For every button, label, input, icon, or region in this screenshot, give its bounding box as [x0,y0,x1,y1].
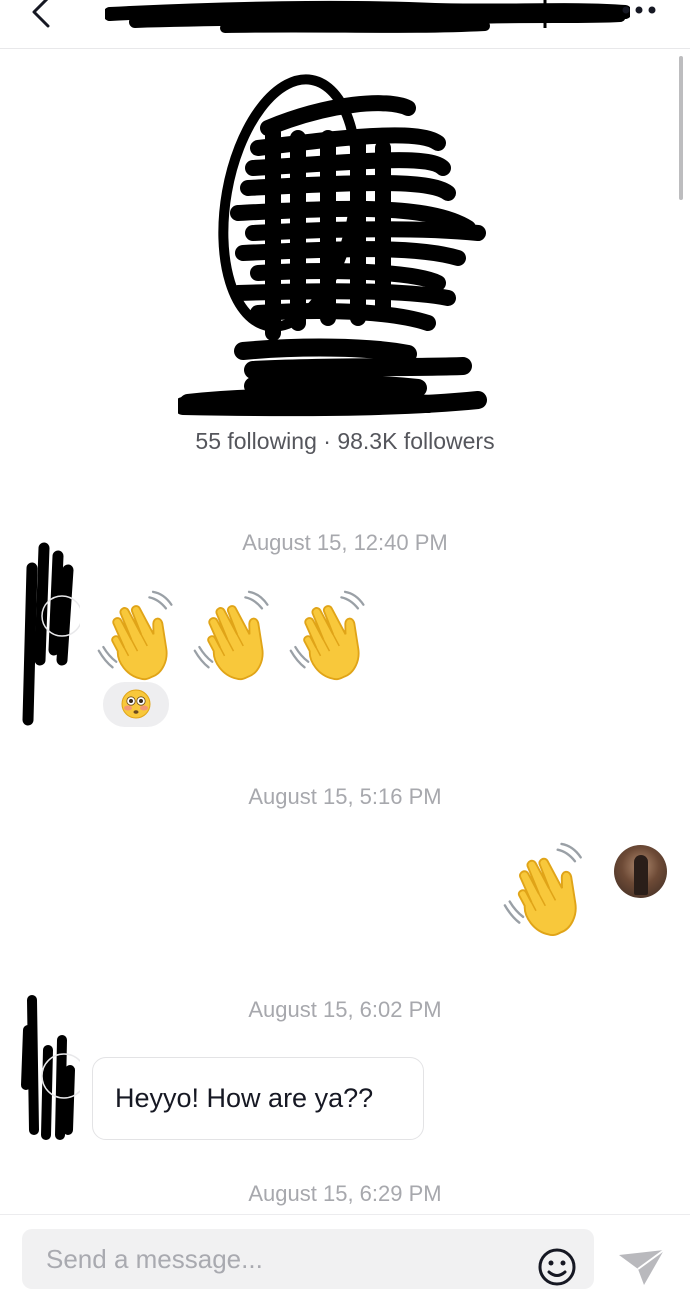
profile-stats: 55 following · 98.3K followers [195,428,495,454]
more-horizontal-icon[interactable] [618,2,662,18]
chat-header [0,0,690,49]
redacted-contact-avatar [21,995,80,1140]
message-timestamp: August 15, 12:40 PM [242,530,448,555]
redacted-contact-avatar [22,542,80,726]
redacted-username-scribble [105,0,630,33]
flushed-face-emoji [121,689,151,719]
waving-hand-emoji [192,590,284,682]
message-input[interactable] [22,1229,594,1289]
message-composer [0,1214,690,1289]
scrollbar[interactable] [679,56,683,200]
waving-hand-emoji [96,590,188,682]
message-text: Heyyo! How are ya?? [115,1083,374,1113]
redacted-profile-scribble [178,74,487,417]
reaction-chip-flushed[interactable] [103,682,169,727]
message-timestamp: August 15, 5:16 PM [248,784,442,809]
waving-hand-emoji [502,842,598,938]
message-timestamp: August 15, 6:02 PM [248,997,442,1022]
my-avatar[interactable] [614,845,667,898]
chevron-left-icon[interactable] [22,0,62,34]
message-bubble: Heyyo! How are ya?? [92,1057,424,1140]
emoji-icon[interactable] [537,1247,577,1287]
send-icon[interactable] [616,1247,668,1287]
wave-emoji-message [96,590,380,682]
message-timestamp: August 15, 6:29 PM [248,1181,442,1206]
waving-hand-emoji [288,590,380,682]
